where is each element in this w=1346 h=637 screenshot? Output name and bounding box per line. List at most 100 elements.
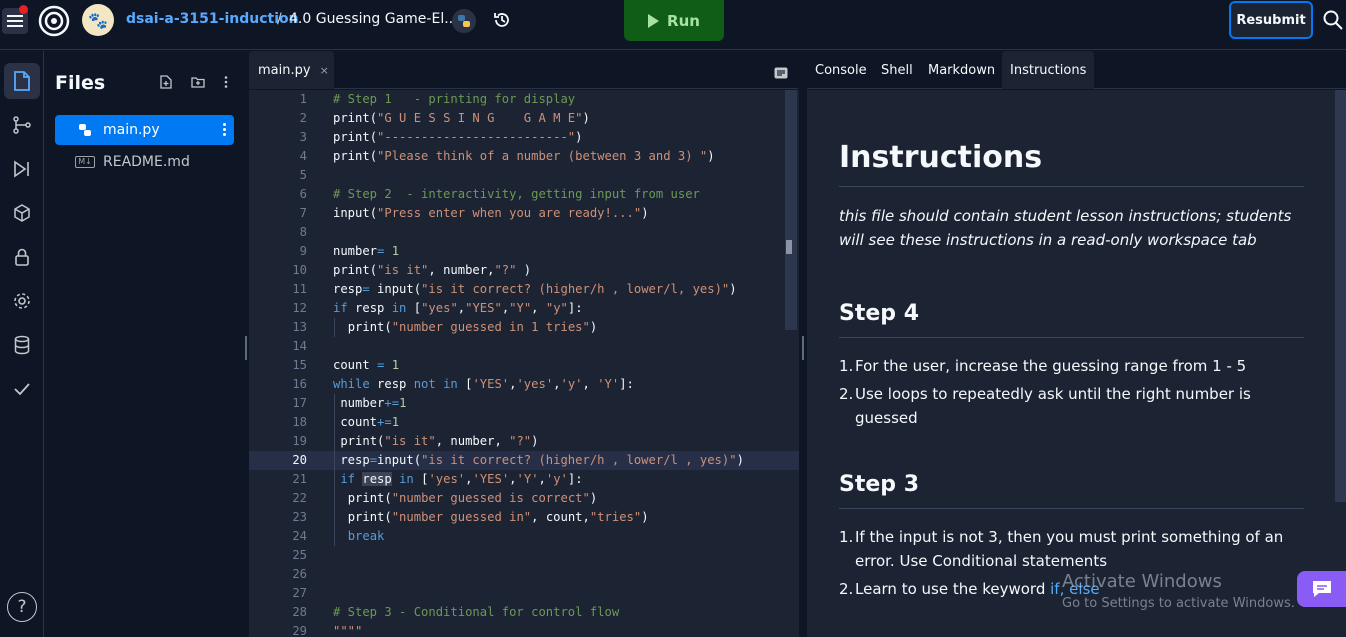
history-icon[interactable]	[492, 10, 512, 30]
file-name: README.md	[103, 154, 190, 170]
line-number: 26	[292, 567, 307, 581]
code-line[interactable]: 28 # Step 3 - Conditional for control flo…	[249, 603, 799, 622]
code-line[interactable]: 26	[249, 565, 799, 584]
code-line[interactable]: 22 print("number guessed is correct")	[249, 489, 799, 508]
file-item-readme[interactable]: M↓ README.md	[55, 147, 234, 177]
files-panel: Files main.py M↓ README.md	[47, 51, 242, 637]
project-title[interactable]: 4.0 Guessing Game-El...	[289, 11, 458, 27]
activation-watermark-title: Activate Windows	[1062, 571, 1222, 592]
code-line[interactable]: 17 number+=1	[249, 394, 799, 413]
new-file-icon[interactable]	[159, 75, 173, 89]
repo-link[interactable]: dsai-a-3151-induction	[126, 11, 299, 27]
divider	[839, 337, 1304, 338]
line-number: 12	[292, 301, 307, 315]
markdown-icon: M↓	[75, 155, 95, 169]
avatar[interactable]: 🐾	[82, 4, 114, 36]
code-line[interactable]: 12 if resp in ["yes","YES","Y", "y"]:	[249, 299, 799, 318]
code-line[interactable]: 18 count+=1	[249, 413, 799, 432]
new-folder-icon[interactable]	[191, 75, 205, 89]
files-title: Files	[55, 72, 106, 94]
code-line[interactable]: 5	[249, 166, 799, 185]
line-number: 28	[292, 605, 307, 619]
code-line[interactable]: 7 input("Press enter when you are ready!.…	[249, 204, 799, 223]
line-number: 24	[292, 529, 307, 543]
code-text: while resp not in ['YES','yes','y', 'Y']…	[333, 377, 634, 391]
code-line[interactable]: 14	[249, 337, 799, 356]
line-number: 29	[292, 624, 307, 637]
more-options-icon[interactable]	[219, 75, 233, 89]
editor-layout-icon[interactable]	[774, 67, 788, 79]
code-line[interactable]: 29 """"	[249, 622, 799, 637]
tab-markdown[interactable]: Markdown	[920, 51, 1003, 89]
line-number: 2	[299, 111, 307, 125]
code-text: print("number guessed in 1 tries")	[347, 320, 598, 334]
resubmit-button[interactable]: Resubmit	[1229, 1, 1313, 39]
code-line[interactable]: 6 # Step 2 - interactivity, getting input…	[249, 185, 799, 204]
debugger-icon[interactable]	[4, 151, 40, 187]
lock-icon[interactable]	[4, 239, 40, 275]
code-text: # Step 2 - interactivity, getting input …	[333, 187, 700, 201]
editor-tab-bar: main.py ×	[249, 51, 798, 89]
code-line[interactable]: 24 break	[249, 527, 799, 546]
file-item-main-py[interactable]: main.py	[55, 115, 234, 145]
code-line[interactable]: 23 print("number guessed in", count,"tri…	[249, 508, 799, 527]
line-number: 23	[292, 510, 307, 524]
code-line[interactable]: 27	[249, 584, 799, 603]
code-line[interactable]: 3 print("-------------------------")	[249, 128, 799, 147]
panel-resize-handle[interactable]	[799, 51, 807, 637]
code-line[interactable]: 8	[249, 223, 799, 242]
page-title: Instructions	[839, 140, 1043, 175]
instructions-scrollbar[interactable]	[1335, 90, 1346, 502]
step3-heading: Step 3	[839, 472, 919, 497]
code-text: input("Press enter when you are ready!..…	[333, 206, 649, 220]
code-line[interactable]: 13 print("number guessed in 1 tries")	[249, 318, 799, 337]
line-number: 1	[299, 92, 307, 106]
tab-main-py[interactable]: main.py ×	[249, 51, 334, 89]
code-line[interactable]: 2 print("G U E S S I N G G A M E")	[249, 109, 799, 128]
files-icon[interactable]	[4, 63, 40, 99]
code-text: if resp in ['yes','YES','Y','y']:	[340, 472, 583, 486]
python-icon	[75, 123, 95, 137]
code-line[interactable]: 19 print("is it", number, "?")	[249, 432, 799, 451]
code-line[interactable]: 9 number= 1	[249, 242, 799, 261]
line-number: 15	[292, 358, 307, 372]
run-button[interactable]: Run	[624, 0, 724, 41]
packages-icon[interactable]	[4, 195, 40, 231]
code-line[interactable]: 1 # Step 1 - printing for display	[249, 90, 799, 109]
tab-console[interactable]: Console	[807, 51, 875, 89]
file-menu-icon[interactable]	[222, 122, 226, 138]
help-icon[interactable]: ?	[7, 592, 37, 622]
menu-icon[interactable]	[2, 5, 28, 34]
step4-heading: Step 4	[839, 301, 919, 326]
code-line[interactable]: 15 count = 1	[249, 356, 799, 375]
divider	[839, 186, 1304, 187]
close-icon[interactable]: ×	[320, 64, 329, 77]
code-line[interactable]: 25	[249, 546, 799, 565]
chat-icon	[1312, 581, 1331, 597]
code-editor[interactable]: 29 """" 28 # Step 3 - Conditional for contr…	[249, 90, 799, 637]
instructions-panel: Instructions this file should contain st…	[807, 90, 1346, 637]
tab-shell[interactable]: Shell	[873, 51, 921, 89]
code-line[interactable]: 21 if resp in ['yes','YES','Y','y']:	[249, 470, 799, 489]
code-line[interactable]: 11 resp= input("is it correct? (higher/h …	[249, 280, 799, 299]
line-number: 6	[299, 187, 307, 201]
database-icon[interactable]	[4, 327, 40, 363]
code-text: if resp in ["yes","YES","Y", "y"]:	[333, 301, 583, 315]
tab-instructions[interactable]: Instructions	[1002, 51, 1095, 89]
code-line[interactable]: 4 print("Please think of a number (betwee…	[249, 147, 799, 166]
line-number: 11	[292, 282, 307, 296]
check-icon[interactable]	[4, 371, 40, 407]
replit-logo-icon[interactable]	[38, 5, 70, 37]
line-number: 19	[292, 434, 307, 448]
gear-icon[interactable]	[4, 283, 40, 319]
git-icon[interactable]	[4, 107, 40, 143]
scrollbar-marker	[786, 240, 792, 254]
code-line[interactable]: 20 resp=input("is it correct? (higher/h …	[249, 451, 799, 470]
search-icon[interactable]	[1322, 9, 1344, 31]
code-line[interactable]: 16 while resp not in ['YES','yes','y', 'Y…	[249, 375, 799, 394]
indent-guide	[334, 318, 335, 337]
editor-scrollbar[interactable]	[785, 90, 797, 330]
code-line[interactable]: 10 print("is it", number,"?" )	[249, 261, 799, 280]
code-text: print("G U E S S I N G G A M E")	[333, 111, 590, 125]
chat-button[interactable]	[1297, 571, 1346, 607]
